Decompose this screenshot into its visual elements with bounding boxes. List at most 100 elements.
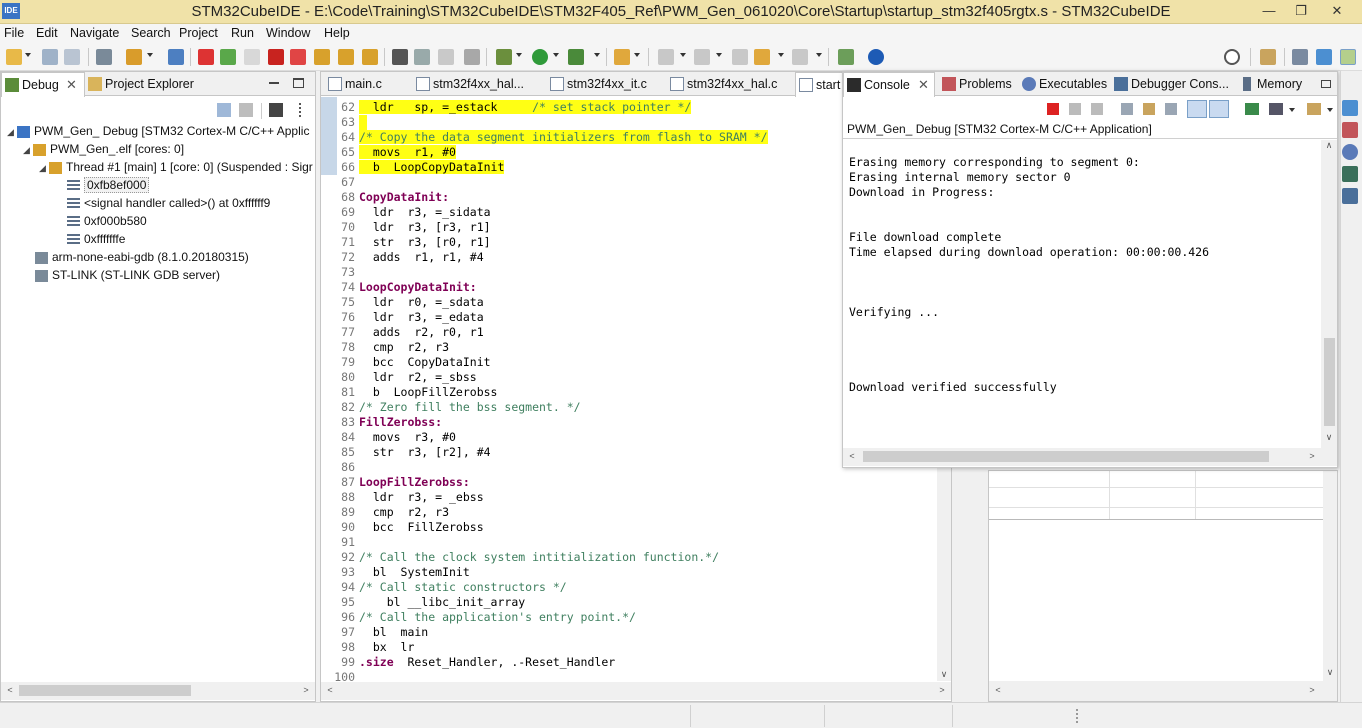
code-line[interactable]: 89 cmp r2, r3 — [325, 505, 449, 520]
open-task-icon[interactable] — [614, 49, 630, 65]
tab-debug[interactable]: Debug ✕ — [1, 72, 85, 97]
open-task-dropdown-icon[interactable] — [634, 53, 640, 57]
new-icon[interactable] — [6, 49, 22, 65]
code-line[interactable]: 79 bcc CopyDataInit — [325, 355, 490, 370]
pin-console-icon[interactable] — [1245, 103, 1259, 115]
next-annotation-icon[interactable] — [658, 49, 674, 65]
new-dropdown-icon[interactable] — [25, 53, 31, 57]
info-icon[interactable] — [868, 49, 884, 65]
open-console-icon[interactable] — [1307, 103, 1321, 115]
code-line[interactable]: 66 b LoopCopyDataInit — [325, 160, 505, 175]
console-hscrollbar[interactable]: < > — [843, 448, 1337, 466]
code-line[interactable]: 87 LoopFillZerobss: — [325, 475, 470, 490]
code-line[interactable]: 96 /* Call the application's entry point.… — [325, 610, 636, 625]
step-filter-icon[interactable] — [269, 103, 283, 117]
external-tools-icon[interactable] — [568, 49, 584, 65]
maximize-button[interactable]: ❐ — [1284, 0, 1318, 22]
code-line[interactable]: 67 — [325, 175, 359, 190]
tree-row-thread[interactable]: ◢ Thread #1 [main] 1 [core: 0] (Suspended… — [39, 158, 313, 176]
minimize-view-icon[interactable] — [269, 82, 279, 84]
menu-window[interactable]: Window — [266, 26, 310, 40]
run-icon[interactable] — [532, 49, 548, 65]
editor-hscrollbar[interactable]: < > — [321, 682, 951, 700]
scroll-thumb[interactable] — [19, 685, 191, 696]
pin-editor-icon[interactable] — [838, 49, 854, 65]
code-line[interactable]: 65 movs r1, #0 — [325, 145, 456, 160]
forward-dropdown-icon[interactable] — [816, 53, 822, 57]
collapse-all-icon[interactable] — [217, 103, 231, 117]
expressions-icon[interactable] — [1342, 188, 1358, 204]
clear-console-icon[interactable] — [1121, 103, 1133, 115]
tab-executables[interactable]: Executables — [1019, 72, 1109, 96]
skip-breakpoints-icon[interactable] — [168, 49, 184, 65]
display-console-icon[interactable] — [1269, 103, 1283, 115]
properties-hscrollbar[interactable]: < > — [989, 681, 1337, 701]
maximize-view-icon[interactable] — [293, 78, 304, 88]
scroll-down-icon[interactable]: ∨ — [1322, 432, 1336, 443]
step-over-icon[interactable] — [338, 49, 354, 65]
code-line[interactable]: 83 FillZerobss: — [325, 415, 442, 430]
scroll-lock-icon[interactable] — [1143, 103, 1155, 115]
code-line[interactable]: 92 /* Call the clock system intitializati… — [325, 550, 719, 565]
tab-debugger-console[interactable]: Debugger Cons... — [1111, 72, 1229, 96]
code-line[interactable]: 84 movs r3, #0 — [325, 430, 456, 445]
build-icon[interactable] — [96, 49, 112, 65]
run-dropdown-icon[interactable] — [553, 53, 559, 57]
menu-help[interactable]: Help — [324, 26, 350, 40]
code-line[interactable]: 74 LoopCopyDataInit: — [325, 280, 477, 295]
disconnect-icon[interactable] — [290, 49, 306, 65]
tab-main-c[interactable]: main.c — [325, 72, 411, 96]
tree-row-launch[interactable]: ◢ PWM_Gen_ Debug [STM32 Cortex-M C/C++ Ap… — [7, 122, 309, 140]
tab-stm32f4xx-it-c[interactable]: stm32f4xx_it.c — [547, 72, 657, 96]
restart-icon[interactable] — [438, 49, 454, 65]
properties-vscrollbar[interactable]: ∨ — [1323, 471, 1337, 681]
terminate-icon[interactable] — [198, 49, 214, 65]
display-console-dropdown-icon[interactable] — [1289, 108, 1295, 112]
debug-perspective-icon[interactable] — [1340, 49, 1356, 65]
expand-arrow-icon[interactable]: ◢ — [7, 123, 17, 141]
remove-launch-icon[interactable] — [1069, 103, 1081, 115]
stop-icon[interactable] — [268, 49, 284, 65]
code-line[interactable]: 70 ldr r3, [r3, r1] — [325, 220, 490, 235]
debug-hscrollbar[interactable]: < > — [1, 682, 315, 700]
scroll-left-icon[interactable]: < — [991, 685, 1005, 695]
refresh-dropdown-icon[interactable] — [147, 53, 153, 57]
tab-console[interactable]: Console ✕ — [843, 72, 935, 97]
tree-row-frame[interactable]: 0xf000b580 — [67, 212, 147, 230]
debug-dropdown-icon[interactable] — [516, 53, 522, 57]
step-return-icon[interactable] — [362, 49, 378, 65]
menu-navigate[interactable]: Navigate — [70, 26, 119, 40]
tree-row-frame[interactable]: <signal handler called>() at 0xffffff9 — [67, 194, 270, 212]
code-line[interactable]: 86 — [325, 460, 359, 475]
code-line[interactable]: 73 — [325, 265, 359, 280]
code-line[interactable]: 82 /* Zero fill the bss segment. */ — [325, 400, 580, 415]
menu-edit[interactable]: Edit — [36, 26, 58, 40]
code-line[interactable]: 91 — [325, 535, 359, 550]
step-into-icon[interactable] — [314, 49, 330, 65]
code-line[interactable]: 76 ldr r3, =_edata — [325, 310, 483, 325]
scroll-left-icon[interactable]: < — [323, 685, 337, 695]
forward-icon[interactable] — [792, 49, 808, 65]
cpp-perspective-icon[interactable] — [1292, 49, 1308, 65]
resume-icon[interactable] — [220, 49, 236, 65]
scroll-right-icon[interactable]: > — [1305, 451, 1319, 461]
remove-all-terminated-icon[interactable] — [1091, 103, 1103, 115]
menu-search[interactable]: Search — [131, 26, 171, 40]
code-line[interactable]: 80 ldr r2, =_sbss — [325, 370, 477, 385]
code-line[interactable]: 95 bl __libc_init_array — [325, 595, 525, 610]
code-line[interactable]: 81 b LoopFillZerobss — [325, 385, 497, 400]
debug-icon[interactable] — [496, 49, 512, 65]
scroll-down-icon[interactable]: ∨ — [1323, 667, 1337, 678]
show-on-stderr-icon[interactable] — [1209, 100, 1229, 118]
scroll-left-icon[interactable]: < — [3, 685, 17, 695]
close-tab-icon[interactable]: ✕ — [918, 73, 929, 97]
tree-row-frame[interactable]: 0xfb8ef000 — [67, 176, 150, 194]
tree-row-stlink[interactable]: ST-LINK (ST-LINK GDB server) — [35, 266, 220, 284]
code-line[interactable]: 85 str r3, [r2], #4 — [325, 445, 490, 460]
prev-annotation-dropdown-icon[interactable] — [716, 53, 722, 57]
console-output[interactable]: Erasing memory corresponding to segment … — [843, 140, 1321, 444]
drop-to-frame-icon[interactable] — [414, 49, 430, 65]
code-line[interactable]: 90 bcc FillZerobss — [325, 520, 483, 535]
scroll-thumb[interactable] — [1324, 338, 1335, 426]
tab-stm32f4xx-hal-h[interactable]: stm32f4xx_hal... — [413, 72, 533, 96]
